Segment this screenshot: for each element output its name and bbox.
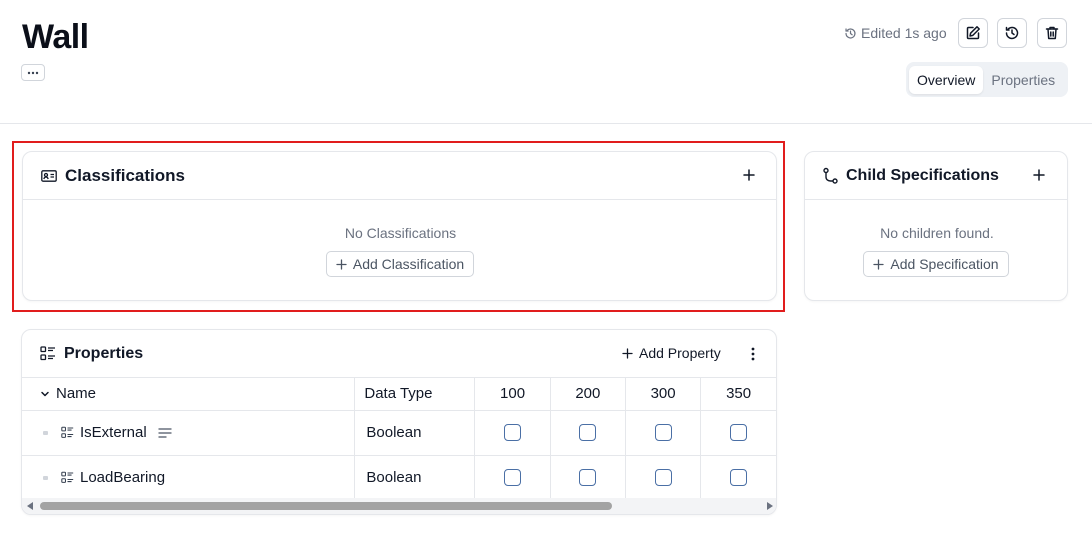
column-header-data-type[interactable]: Data Type xyxy=(354,378,476,411)
checkbox-350[interactable] xyxy=(730,469,748,487)
add-specification-button[interactable]: Add Specification xyxy=(863,251,1009,277)
children-empty-text: No children found. xyxy=(880,225,994,241)
delete-button[interactable] xyxy=(1037,18,1067,48)
column-header-350[interactable]: 350 xyxy=(700,378,776,411)
property-icon xyxy=(61,471,74,483)
child-specifications-title: Child Specifications xyxy=(846,166,999,184)
page-title: Wall xyxy=(22,18,89,56)
checkbox-200[interactable] xyxy=(579,424,597,442)
checkbox-cell xyxy=(700,410,776,456)
classifications-header: Classifications xyxy=(23,152,776,200)
column-header-300[interactable]: 300 xyxy=(625,378,702,411)
edit-button[interactable] xyxy=(958,18,988,48)
property-name-cell: IsExternal xyxy=(22,410,356,456)
checkbox-cell xyxy=(625,455,702,501)
trash-icon xyxy=(1045,26,1059,40)
restore-icon xyxy=(1005,26,1019,40)
properties-card: Properties Add Property Name Data Type 1… xyxy=(21,329,777,515)
ellipsis-icon xyxy=(27,71,39,74)
scroll-right-arrow[interactable] xyxy=(767,502,773,510)
column-header-name[interactable]: Name xyxy=(22,378,356,411)
kebab-menu-icon[interactable] xyxy=(745,345,761,363)
add-classification-icon[interactable] xyxy=(740,166,758,184)
checkbox-200[interactable] xyxy=(579,469,597,487)
add-property-label: Add Property xyxy=(639,345,721,361)
property-name: IsExternal xyxy=(80,424,147,441)
checkbox-100[interactable] xyxy=(504,424,522,442)
checkbox-350[interactable] xyxy=(730,424,748,442)
drag-handle[interactable] xyxy=(43,430,48,435)
tab-overview[interactable]: Overview xyxy=(909,65,984,94)
scroll-thumb[interactable] xyxy=(40,502,612,510)
add-specification-label: Add Specification xyxy=(890,256,999,272)
column-header-label: Name xyxy=(56,385,97,403)
add-property-button[interactable]: Add Property xyxy=(622,345,721,361)
table-row[interactable]: IsExternal Boolean xyxy=(22,410,776,456)
child-specifications-header: Child Specifications xyxy=(805,152,1067,200)
plus-icon xyxy=(336,258,347,270)
tab-properties[interactable]: Properties xyxy=(983,66,1063,94)
checkbox-cell xyxy=(625,410,702,456)
column-header-100[interactable]: 100 xyxy=(474,378,551,411)
edited-text: Edited 1s ago xyxy=(861,25,947,41)
table-row[interactable]: LoadBearing Boolean xyxy=(22,455,776,501)
add-classification-button[interactable]: Add Classification xyxy=(326,251,474,277)
checkbox-100[interactable] xyxy=(504,469,522,487)
checkbox-300[interactable] xyxy=(654,469,672,487)
branch-icon xyxy=(823,167,838,184)
checkbox-300[interactable] xyxy=(654,424,672,442)
column-header-200[interactable]: 200 xyxy=(550,378,626,411)
add-classification-label: Add Classification xyxy=(352,256,465,272)
properties-header: Properties Add Property xyxy=(22,330,776,378)
list-icon xyxy=(40,346,55,361)
property-data-type: Boolean xyxy=(354,455,476,501)
property-name-cell: LoadBearing xyxy=(22,455,356,501)
add-child-icon[interactable] xyxy=(1030,166,1048,184)
classifications-card: Classifications No Classifications Add C… xyxy=(22,151,777,301)
plus-icon xyxy=(622,347,633,359)
property-data-type: Boolean xyxy=(354,410,476,456)
page-header: Wall Edited 1s ago Overview Properties xyxy=(0,0,1092,124)
checkbox-cell xyxy=(474,410,551,456)
plus-icon xyxy=(873,258,885,270)
horizontal-scrollbar[interactable] xyxy=(22,498,776,514)
chevron-down-icon[interactable] xyxy=(40,389,50,399)
classifications-title: Classifications xyxy=(65,165,185,185)
edited-status: Edited 1s ago xyxy=(844,24,947,42)
checkbox-cell xyxy=(700,455,776,501)
more-options-button[interactable] xyxy=(21,64,45,81)
id-card-icon xyxy=(41,169,57,182)
drag-handle[interactable] xyxy=(43,475,48,480)
checkbox-cell xyxy=(550,455,626,501)
classifications-empty-text: No Classifications xyxy=(344,225,457,241)
checkbox-cell xyxy=(474,455,551,501)
history-icon xyxy=(845,27,856,39)
checkbox-cell xyxy=(550,410,626,456)
properties-title: Properties xyxy=(64,344,144,362)
history-button[interactable] xyxy=(997,18,1027,48)
scroll-left-arrow[interactable] xyxy=(27,502,33,510)
property-name: LoadBearing xyxy=(80,469,166,486)
edit-icon xyxy=(966,26,980,40)
table-header-row: Name Data Type 100 200 300 350 xyxy=(22,378,776,411)
view-tabs: Overview Properties xyxy=(906,62,1068,97)
properties-table: Name Data Type 100 200 300 350 IsExterna… xyxy=(22,378,776,501)
property-icon xyxy=(61,426,74,438)
child-specifications-card: Child Specifications No children found. … xyxy=(804,151,1068,301)
description-icon[interactable] xyxy=(158,427,172,439)
